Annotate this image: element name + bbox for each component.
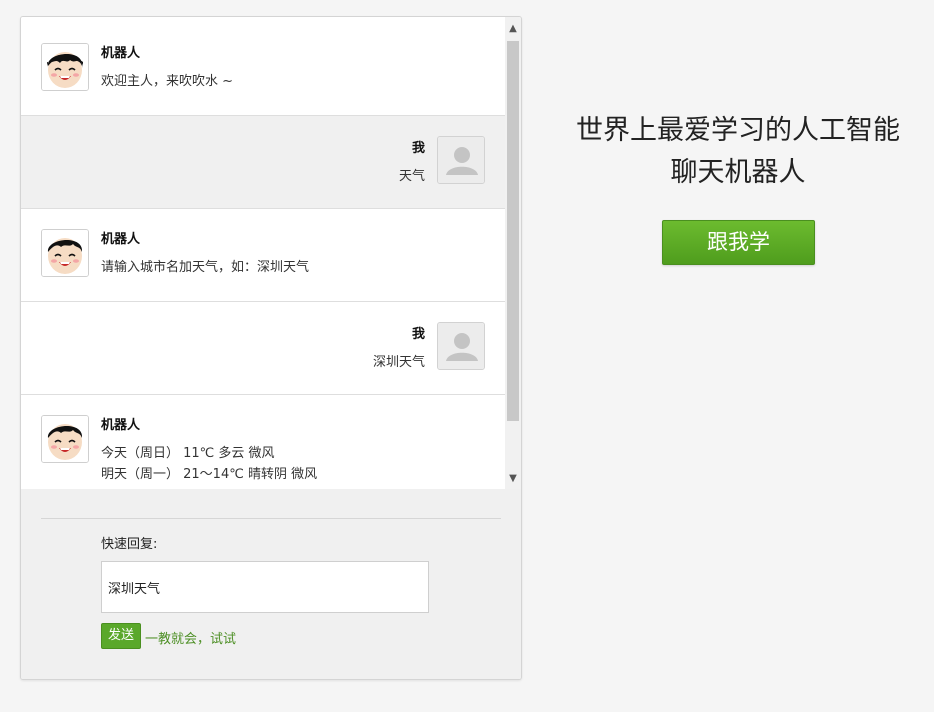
quick-reply-label: 快速回复: bbox=[101, 537, 158, 552]
user-avatar-icon bbox=[437, 136, 485, 184]
chat-panel: 机器人 欢迎主人，来吹吹水 ~ 我 天气 机器人 请输入城市名加天气，如：深圳天… bbox=[20, 16, 522, 680]
teach-link[interactable]: 一教就会，试试 bbox=[145, 628, 236, 647]
reply-input[interactable] bbox=[101, 561, 429, 613]
user-message: 我 天气 bbox=[21, 116, 505, 209]
title-line: 世界上最爱学习的人工智能 bbox=[576, 115, 900, 146]
message-text: 请输入城市名加天气，如：深圳天气 bbox=[101, 260, 310, 275]
sender-name: 机器人 bbox=[101, 232, 141, 247]
divider bbox=[41, 518, 501, 519]
robot-avatar-icon bbox=[41, 229, 89, 277]
sender-name: 我 bbox=[411, 327, 425, 342]
compose-area: 快速回复: 发送 一教就会，试试 bbox=[21, 489, 521, 679]
sender-name: 我 bbox=[411, 141, 425, 156]
learn-button[interactable]: 跟我学 bbox=[662, 220, 815, 265]
page-title: 世界上最爱学习的人工智能 聊天机器人 bbox=[560, 110, 916, 194]
message-line: 今天（周日） 11℃ 多云 微风 bbox=[101, 446, 275, 461]
message-text: 今天（周日） 11℃ 多云 微风 明天（周一） 21～14℃ 晴转阴 微风 bbox=[101, 443, 317, 485]
sender-name: 机器人 bbox=[101, 46, 141, 61]
scroll-thumb[interactable] bbox=[507, 41, 519, 421]
message-body: 机器人 欢迎主人，来吹吹水 ~ bbox=[101, 45, 233, 92]
chevron-down-icon[interactable]: ▼ bbox=[505, 471, 521, 487]
message-line: 明天（周一） 21～14℃ 晴转阴 微风 bbox=[101, 467, 318, 482]
message-text: 天气 bbox=[398, 169, 425, 184]
robot-message: 机器人 欢迎主人，来吹吹水 ~ bbox=[21, 17, 505, 116]
message-list[interactable]: 机器人 欢迎主人，来吹吹水 ~ 我 天气 机器人 请输入城市名加天气，如：深圳天… bbox=[21, 17, 505, 489]
message-text: 深圳天气 bbox=[372, 355, 425, 370]
message-text: 欢迎主人，来吹吹水 ~ bbox=[101, 74, 234, 89]
robot-avatar-icon bbox=[41, 43, 89, 91]
robot-message: 机器人 请输入城市名加天气，如：深圳天气 bbox=[21, 209, 505, 302]
robot-message: 机器人 今天（周日） 11℃ 多云 微风 明天（周一） 21～14℃ 晴转阴 微… bbox=[21, 395, 505, 489]
message-body: 机器人 今天（周日） 11℃ 多云 微风 明天（周一） 21～14℃ 晴转阴 微… bbox=[101, 417, 317, 485]
send-button[interactable]: 发送 bbox=[101, 623, 141, 649]
user-avatar-icon bbox=[437, 322, 485, 370]
message-scrollbar[interactable]: ▲ ▼ bbox=[505, 17, 521, 489]
title-line: 聊天机器人 bbox=[670, 157, 806, 188]
chevron-up-icon[interactable]: ▲ bbox=[505, 21, 521, 37]
message-body: 我 深圳天气 bbox=[373, 326, 425, 373]
message-body: 机器人 请输入城市名加天气，如：深圳天气 bbox=[101, 231, 309, 278]
robot-avatar-icon bbox=[41, 415, 89, 463]
message-body: 我 天气 bbox=[399, 140, 425, 187]
sender-name: 机器人 bbox=[101, 418, 141, 433]
user-message: 我 深圳天气 bbox=[21, 302, 505, 395]
